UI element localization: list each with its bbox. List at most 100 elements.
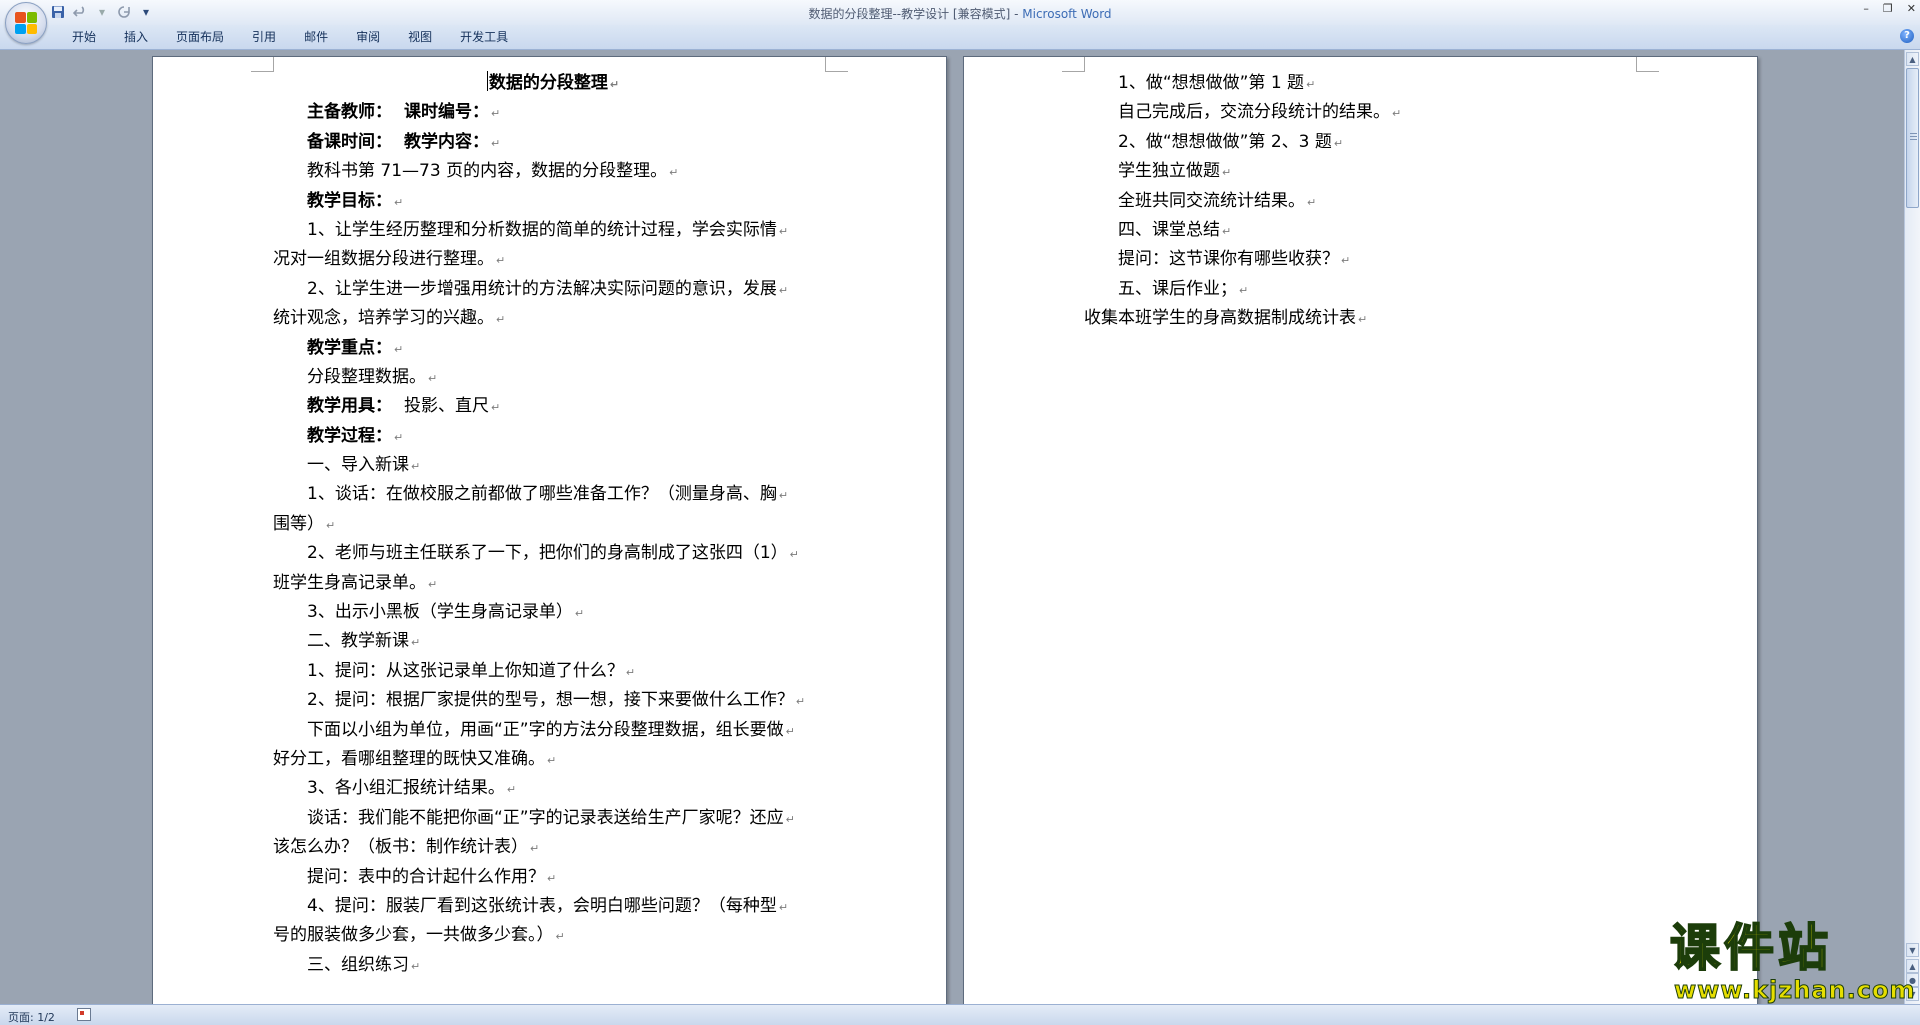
paragraph-text: 2、让学生进一步增强用统计的方法解决实际问题的意识，发展 (307, 278, 777, 299)
paragraph-text: 提问：这节课你有哪些收获？ (1118, 249, 1339, 270)
paragraph-mark: ↵ (789, 548, 799, 562)
document-paragraph[interactable]: 好分工，看哪组整理的既快又准确。 ↵ (273, 745, 833, 774)
scroll-grip (1910, 133, 1917, 134)
ribbon-tab[interactable]: 视图 (394, 29, 446, 45)
ribbon-tab[interactable]: 插入 (110, 29, 162, 45)
document-paragraph[interactable]: 主备教师： 课时编号： ↵ (273, 98, 833, 127)
paragraph-mark: ↵ (1307, 195, 1317, 209)
paragraph-text: 教学目标： (307, 190, 392, 211)
document-paragraph[interactable]: 分段整理数据。 ↵ (273, 363, 833, 392)
document-paragraph[interactable]: 自己完成后，交流分段统计的结果。 ↵ (1084, 98, 1644, 127)
paragraph-text: 1、做“想想做做”第 1 题 (1118, 73, 1305, 93)
paragraph-text: 3、各小组汇报统计结果。 (307, 778, 505, 799)
paragraph-mark: ↵ (778, 283, 789, 297)
document-paragraph[interactable]: 教学重点： ↵ (273, 334, 833, 363)
document-paragraph[interactable]: 1、提问：从这张记录单上你知道了什么？ ↵ (273, 657, 833, 686)
document-paragraph[interactable]: 学生独立做题 ↵ (1084, 157, 1644, 186)
help-icon[interactable]: ? (1900, 29, 1914, 43)
document-paragraph[interactable]: 全班共同交流统计结果。 ↵ (1084, 187, 1644, 216)
ribbon-tab[interactable]: 引用 (238, 29, 290, 45)
paragraph-text: 自己完成后，交流分段统计的结果。 (1118, 102, 1390, 123)
document-paragraph[interactable]: 4、提问：服装厂看到这张统计表，会明白哪些问题？（每种型 ↵ (273, 892, 833, 921)
document-paragraph[interactable]: 四、课堂总结 ↵ (1084, 216, 1644, 245)
paragraph-mark: ↵ (491, 401, 501, 415)
document-paragraph[interactable]: 号的服装做多少套，一共做多少套。） ↵ (273, 921, 833, 950)
paragraph-mark: ↵ (394, 342, 404, 356)
paragraph-text: 4、提问：服装厂看到这张统计表，会明白哪些问题？（每种型 (307, 895, 777, 916)
paragraph-text: 教学过程： (307, 425, 392, 446)
paragraph-text: 教科书第 71—73 页的内容，数据的分段整理。 (307, 161, 668, 182)
window-controls: – ❐ ✕ (1863, 2, 1916, 15)
ribbon-tab[interactable]: 邮件 (290, 29, 342, 45)
document-paragraph[interactable]: 备课时间： 教学内容： ↵ (273, 128, 833, 157)
ribbon-tab[interactable]: 开始 (58, 29, 110, 45)
document-paragraph[interactable]: 三、组织练习 ↵ (273, 951, 833, 980)
paragraph-mark: ↵ (778, 489, 789, 503)
paragraph-mark: ↵ (785, 812, 795, 826)
paragraph-label: 教学用具： (307, 396, 392, 417)
paragraph-mark: ↵ (1306, 78, 1316, 91)
page-1[interactable]: 数据的分段整理 ↵ 主备教师： 课时编号： ↵ 备课时间： 教学内容： ↵ 教科书第 71—7… (152, 56, 947, 1004)
document-paragraph[interactable]: 班学生身高记录单。 ↵ (273, 569, 833, 598)
paragraph-text: 该怎么办？（板书：制作统计表） (273, 837, 528, 858)
document-paragraph[interactable]: 教学用具： 投影、直尺 ↵ (273, 392, 833, 421)
paragraph-mark: ↵ (547, 753, 557, 767)
document-paragraph[interactable]: 统计观念，培养学习的兴趣。 ↵ (273, 304, 833, 333)
scroll-down-icon[interactable]: ▼ (1906, 943, 1919, 957)
previous-page-icon[interactable]: ▲ (1906, 959, 1919, 973)
document-paragraph[interactable]: 3、出示小黑板（学生身高记录单） ↵ (273, 598, 833, 627)
page-2-content[interactable]: 1、做“想想做做”第 1 题 ↵ 自己完成后，交流分段统计的结果。 ↵ 2、做“想想做做… (1084, 69, 1644, 334)
paragraph-mark: ↵ (778, 224, 789, 238)
vertical-scrollbar[interactable]: ▲ ▼ ▲ ● ▼ (1904, 50, 1920, 1004)
restore-icon[interactable]: ❐ (1883, 2, 1893, 15)
document-paragraph[interactable]: 1、做“想想做做”第 1 题 ↵ (1084, 69, 1644, 98)
document-paragraph[interactable]: 3、各小组汇报统计结果。 ↵ (273, 774, 833, 803)
document-paragraph[interactable]: 2、让学生进一步增强用统计的方法解决实际问题的意识，发展 ↵ (273, 275, 833, 304)
document-paragraph[interactable]: 2、提问：根据厂家提供的型号，想一想，接下来要做什么工作？ ↵ (273, 686, 833, 715)
minimize-icon[interactable]: – (1863, 2, 1869, 15)
scroll-up-icon[interactable]: ▲ (1906, 52, 1919, 66)
proofing-status-icon[interactable] (77, 1008, 91, 1021)
paragraph-mark: ↵ (411, 636, 421, 650)
document-paragraph[interactable]: 2、老师与班主任联系了一下，把你们的身高制成了这张四（1） ↵ (273, 539, 833, 568)
document-paragraph[interactable]: 1、谈话：在做校服之前都做了哪些准备工作？（测量身高、胸 ↵ (273, 480, 833, 509)
page-2[interactable]: 1、做“想想做做”第 1 题 ↵ 自己完成后，交流分段统计的结果。 ↵ 2、做“想想做做… (963, 56, 1758, 1004)
document-paragraph[interactable]: 一、导入新课 ↵ (273, 451, 833, 480)
paragraph-text: 收集本班学生的身高数据制成统计表 (1084, 308, 1356, 329)
document-paragraph[interactable]: 五、课后作业； ↵ (1084, 275, 1644, 304)
office-button[interactable] (5, 2, 47, 44)
close-icon[interactable]: ✕ (1907, 2, 1916, 15)
document-paragraph[interactable]: 提问：表中的合计起什么作用？ ↵ (273, 863, 833, 892)
ribbon-tab[interactable]: 审阅 (342, 29, 394, 45)
paragraph-label: 备课时间： (307, 131, 392, 152)
document-paragraph[interactable]: 围等） ↵ (273, 510, 833, 539)
paragraph-mark: ↵ (1358, 313, 1368, 327)
paragraph-value: 投影、直尺 (404, 396, 489, 417)
scroll-thumb[interactable] (1906, 68, 1919, 208)
paragraph-text: 四、课堂总结 (1118, 219, 1220, 240)
title-bar: ▾ ▾ 数据的分段整理--教学设计 [兼容模式] - Microsoft Wor… (0, 0, 1920, 44)
document-area[interactable]: 数据的分段整理 ↵ 主备教师： 课时编号： ↵ 备课时间： 教学内容： ↵ 教科书第 71—7… (0, 50, 1905, 1004)
document-paragraph[interactable]: 提问：这节课你有哪些收获？ ↵ (1084, 245, 1644, 274)
watermark-logo-text: 课件站 (1669, 919, 1832, 977)
document-paragraph[interactable]: 该怎么办？（板书：制作统计表） ↵ (273, 833, 833, 862)
document-paragraph[interactable]: 教学目标： ↵ (273, 187, 833, 216)
paragraph-mark: ↵ (496, 254, 506, 268)
document-paragraph[interactable]: 1、让学生经历整理和分析数据的简单的统计过程，学会实际情 ↵ (273, 216, 833, 245)
document-paragraph[interactable]: 2、做“想想做做”第 2、3 题 ↵ (1084, 128, 1644, 157)
document-paragraph[interactable]: 收集本班学生的身高数据制成统计表 ↵ (1084, 304, 1644, 333)
document-paragraph[interactable]: 二、教学新课 ↵ (273, 627, 833, 656)
document-paragraph[interactable]: 谈话：我们能不能把你画“正”字的记录表送给生产厂家呢？还应 ↵ (273, 804, 833, 833)
document-paragraph[interactable]: 下面以小组为单位，用画“正”字的方法分段整理数据，组长要做 ↵ (273, 716, 833, 745)
paragraph-mark: ↵ (785, 724, 795, 738)
document-paragraph[interactable]: 教科书第 71—73 页的内容，数据的分段整理。 ↵ (273, 157, 833, 186)
page-count-status[interactable]: 页面: 1/2 (8, 1009, 55, 1025)
ribbon-tab[interactable]: 开发工具 (446, 29, 522, 45)
ribbon-tab[interactable]: 页面布局 (162, 29, 238, 45)
document-heading[interactable]: 数据的分段整理 ↵ (273, 69, 833, 98)
page-1-content[interactable]: 数据的分段整理 ↵ 主备教师： 课时编号： ↵ 备课时间： 教学内容： ↵ 教科书第 71—7… (273, 69, 833, 980)
paragraph-mark: ↵ (669, 166, 679, 180)
document-paragraph[interactable]: 况对一组数据分段进行整理。 ↵ (273, 245, 833, 274)
document-paragraph[interactable]: 教学过程： ↵ (273, 422, 833, 451)
paragraph-mark: ↵ (1239, 283, 1249, 297)
